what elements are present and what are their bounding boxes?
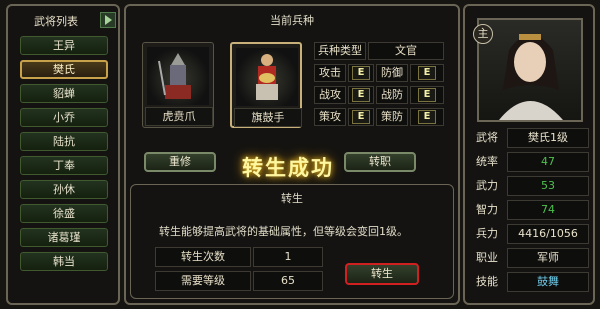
expand-arrow-icon[interactable]	[100, 12, 116, 28]
info-value: 74	[507, 200, 589, 220]
stat-value-cell: E	[348, 86, 374, 104]
info-label: 统率	[476, 155, 498, 168]
rebirth-title: 转生	[281, 192, 303, 205]
rebirth-count-value: 1	[253, 247, 323, 267]
stat-value-cell: E	[410, 64, 444, 82]
general-list-item[interactable]: 小乔	[20, 108, 108, 127]
stat-value-cell: E	[348, 108, 374, 126]
info-label: 技能	[476, 275, 498, 288]
unit-portrait-icon	[147, 47, 209, 105]
info-label: 智力	[476, 203, 498, 216]
general-list-item[interactable]: 貂蝉	[20, 84, 108, 103]
stat-label: 战攻	[314, 86, 346, 104]
unit-portrait-icon	[236, 48, 298, 106]
stat-grade-icon: E	[352, 66, 370, 80]
stat-grade-icon: E	[418, 88, 436, 102]
general-list-panel: 武将列表 王异樊氏貂蝉小乔陆抗丁奉孙休徐盛诸葛瑾韩当	[6, 4, 120, 305]
unit-type-label: 兵种类型	[314, 42, 366, 60]
game-window: 武将列表 王异樊氏貂蝉小乔陆抗丁奉孙休徐盛诸葛瑾韩当 当前兵种 虎贲爪	[0, 0, 600, 309]
unit-panel-title: 当前兵种	[270, 14, 314, 27]
portrait-icon	[499, 34, 563, 120]
rebirth-section: 转生 转生能够提高武将的基础属性，但等级会变回1级。 转生次数 1 需要等级 6…	[130, 184, 454, 299]
rebirth-success-banner: 转生成功	[242, 156, 334, 180]
rebirth-count-label: 转生次数	[155, 247, 251, 267]
unit-card-label: 旗鼓手	[234, 108, 302, 127]
info-value: 樊氏1级	[507, 128, 589, 148]
info-value: 4416/1056	[507, 224, 589, 244]
general-list-item[interactable]: 樊氏	[20, 60, 108, 79]
info-label: 兵力	[476, 227, 498, 240]
unit-card-label: 虎贲爪	[145, 107, 213, 126]
stat-label: 防御	[376, 64, 408, 82]
general-list-title: 武将列表	[34, 15, 78, 28]
rebirth-description: 转生能够提高武将的基础属性，但等级会变回1级。	[159, 225, 408, 238]
required-level-label: 需要等级	[155, 271, 251, 291]
general-list-item[interactable]: 韩当	[20, 252, 108, 271]
general-list-item[interactable]: 陆抗	[20, 132, 108, 151]
general-info-panel: 主 武将 樊氏1级 统率 47 武力 53 智力 74 兵力 4416/1056 职业 军师 技能 鼓舞	[463, 4, 595, 305]
stat-grade-icon: E	[418, 66, 436, 80]
general-list-header: 武将列表	[14, 10, 116, 28]
stat-value-cell: E	[410, 108, 444, 126]
rebirth-button[interactable]: 转生	[345, 263, 419, 285]
general-list-item[interactable]: 徐盛	[20, 204, 108, 223]
general-list-item[interactable]: 诸葛瑾	[20, 228, 108, 247]
info-label: 职业	[476, 251, 498, 264]
info-label: 武将	[476, 131, 498, 144]
info-label: 武力	[476, 179, 498, 192]
stat-label: 战防	[376, 86, 408, 104]
info-value: 鼓舞	[507, 272, 589, 292]
stat-grade-icon: E	[418, 110, 436, 124]
info-value: 47	[507, 152, 589, 172]
required-level-value: 65	[253, 271, 323, 291]
stat-label: 攻击	[314, 64, 346, 82]
unit-card-1[interactable]: 旗鼓手	[230, 42, 302, 128]
general-list-item[interactable]: 王异	[20, 36, 108, 55]
general-list-item[interactable]: 丁奉	[20, 156, 108, 175]
stat-label: 策防	[376, 108, 408, 126]
stat-value-cell: E	[348, 64, 374, 82]
unit-card-0[interactable]: 虎贲爪	[142, 42, 214, 128]
general-list-item[interactable]: 孙休	[20, 180, 108, 199]
unit-type-value: 文官	[368, 42, 444, 60]
refit-button[interactable]: 重修	[144, 152, 216, 172]
lord-badge: 主	[473, 24, 493, 44]
stat-label: 策攻	[314, 108, 346, 126]
unit-panel: 当前兵种 虎贲爪 旗鼓手 兵种类型 文官 攻击 E 防御 E 战攻 E 战防 E…	[124, 4, 460, 305]
switch-job-button[interactable]: 转职	[344, 152, 416, 172]
stat-grade-icon: E	[352, 110, 370, 124]
stat-value-cell: E	[410, 86, 444, 104]
info-value: 53	[507, 176, 589, 196]
stat-grade-icon: E	[352, 88, 370, 102]
info-value: 军师	[507, 248, 589, 268]
